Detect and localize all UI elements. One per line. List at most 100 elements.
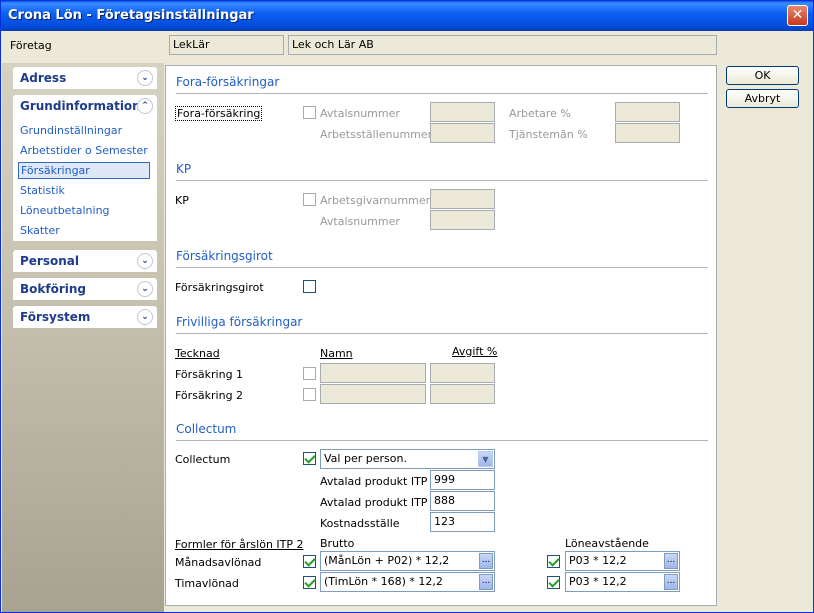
sidebar-group-body: Grundinställningar Arbetstider o Semeste… <box>13 117 157 241</box>
ellipsis-button[interactable]: ... <box>664 574 678 590</box>
company-row: Företag LekLär Lek och Lär AB <box>1 31 813 61</box>
company-name-field: Lek och Lär AB <box>288 35 717 55</box>
sidebar-item-arbetstider[interactable]: Arbetstider o Semester <box>20 144 148 157</box>
timavlonad-lone-input[interactable]: P03 * 12,2 ... <box>565 572 680 592</box>
sidebar-group-label: Försystem <box>20 310 91 324</box>
forsakring1-avgift-input[interactable] <box>430 363 495 383</box>
chevron-down-icon[interactable]: ⌄ <box>137 309 153 325</box>
manadsavlonad-lone-input[interactable]: P03 * 12,2 ... <box>565 551 680 571</box>
kp-avtalsnummer-label: Avtalsnummer <box>320 215 400 228</box>
sidebar-group-label: Bokföring <box>20 282 86 296</box>
fora-arbetsstallenummer-label: Arbetsställenummer <box>320 128 433 141</box>
sidebar-item-statistik[interactable]: Statistik <box>20 184 65 197</box>
kostnadsstalle-input[interactable]: 123 <box>430 512 495 532</box>
fora-arbetare-label: Arbetare % <box>509 107 571 120</box>
fora-checkbox-label: Fora-försäkring <box>175 106 263 121</box>
forsakring2-name-input[interactable] <box>320 384 426 404</box>
itp2-input[interactable]: 888 <box>430 491 495 511</box>
kp-avtalsnummer-input[interactable] <box>430 210 495 230</box>
chevron-down-icon[interactable]: ⌄ <box>137 70 153 86</box>
settings-window: Crona Lön - Företagsinställningar ✕ Före… <box>0 0 814 613</box>
timavlonad-lone-value: P03 * 12,2 <box>569 575 627 588</box>
col-avgift-header: Avgift % <box>452 345 498 358</box>
manadsavlonad-brutto-input[interactable]: (MånLön + P02) * 12,2 ... <box>320 551 495 571</box>
frivilliga-section-title: Frivilliga försäkringar <box>176 315 303 329</box>
girot-section-title: Försäkringsgirot <box>176 249 273 263</box>
settings-panel: Fora-försäkringar Fora-försäkring Avtals… <box>165 65 717 606</box>
sidebar-item-loneutbetalning[interactable]: Löneutbetalning <box>20 204 110 217</box>
window-title: Crona Lön - Företagsinställningar <box>8 8 254 23</box>
section-divider <box>176 333 708 334</box>
fora-avtalsnummer-input[interactable] <box>430 102 495 122</box>
kp-arbetsgivarnummer-input[interactable] <box>430 189 495 209</box>
ellipsis-button[interactable]: ... <box>479 553 493 569</box>
chevron-up-icon[interactable]: ⌃ <box>137 98 153 114</box>
itp1-label: Avtalad produkt ITP 1 <box>320 475 438 488</box>
fora-arbetsstallenummer-input[interactable] <box>430 123 495 143</box>
forsakring1-label: Försäkring 1 <box>175 368 244 381</box>
fora-avtalsnummer-label: Avtalsnummer <box>320 107 400 120</box>
collectum-label: Collectum <box>175 453 231 466</box>
sidebar-group-label: Adress <box>20 71 67 85</box>
manadsavlonad-lone-checkbox[interactable] <box>547 555 560 568</box>
fora-tjansteman-label: Tjänstemän % <box>509 128 588 141</box>
collectum-select[interactable]: Val per person. ▼ <box>320 449 495 469</box>
collectum-checkbox[interactable] <box>303 452 316 465</box>
sidebar-item-skatter[interactable]: Skatter <box>20 224 60 237</box>
forsakring2-avgift-input[interactable] <box>430 384 495 404</box>
kostnadsstalle-label: Kostnadsställe <box>320 517 400 530</box>
company-label: Företag <box>10 39 52 52</box>
timavlonad-brutto-checkbox[interactable] <box>303 576 316 589</box>
chevron-down-icon[interactable]: ▼ <box>478 451 493 467</box>
sidebar-group-adress[interactable]: Adress ⌄ <box>13 67 157 89</box>
forsakring2-label: Försäkring 2 <box>175 389 244 402</box>
chevron-down-icon[interactable]: ⌄ <box>137 253 153 269</box>
ok-button[interactable]: OK <box>726 66 799 85</box>
section-divider <box>176 93 708 94</box>
title-bar: Crona Lön - Företagsinställningar ✕ <box>1 1 813 31</box>
sidebar-group-label: Grundinformation <box>20 99 141 113</box>
manadsavlonad-lone-value: P03 * 12,2 <box>569 554 627 567</box>
kp-checkbox[interactable] <box>303 193 316 206</box>
collectum-section-title: Collectum <box>176 422 237 436</box>
ellipsis-button[interactable]: ... <box>664 553 678 569</box>
sidebar-group-label: Personal <box>20 254 79 268</box>
chevron-down-icon[interactable]: ⌄ <box>137 281 153 297</box>
col-namn-header: Namn <box>320 347 353 360</box>
sidebar: Adress ⌄ Grundinformation ⌃ Grundinställ… <box>2 63 164 612</box>
forsakring1-name-input[interactable] <box>320 363 426 383</box>
forsakring1-checkbox[interactable] <box>303 367 316 380</box>
sidebar-item-grundinstallningar[interactable]: Grundinställningar <box>20 124 122 137</box>
formler-label: Formler för årslön ITP 2 <box>175 538 304 551</box>
close-button[interactable]: ✕ <box>787 5 808 26</box>
fora-arbetare-input[interactable] <box>615 102 680 122</box>
sidebar-group-bokforing[interactable]: Bokföring ⌄ <box>13 278 157 300</box>
fora-tjansteman-input[interactable] <box>615 123 680 143</box>
manadsavlonad-brutto-checkbox[interactable] <box>303 555 316 568</box>
section-divider <box>176 440 708 441</box>
company-code-field: LekLär <box>169 35 284 55</box>
timavlonad-brutto-input[interactable]: (TimLön * 168) * 12,2 ... <box>320 572 495 592</box>
timavlonad-lone-checkbox[interactable] <box>547 576 560 589</box>
sidebar-group-forsystem[interactable]: Försystem ⌄ <box>13 306 157 328</box>
forsakring2-checkbox[interactable] <box>303 388 316 401</box>
sidebar-item-forsakringar[interactable]: Försäkringar <box>18 162 150 179</box>
loneavstaende-header: Löneavstående <box>565 537 649 550</box>
sidebar-group-personal[interactable]: Personal ⌄ <box>13 250 157 272</box>
itp1-input[interactable]: 999 <box>430 470 495 490</box>
timavlonad-brutto-value: (TimLön * 168) * 12,2 <box>324 575 443 588</box>
sidebar-group-grundinformation[interactable]: Grundinformation ⌃ <box>13 95 157 117</box>
cancel-button[interactable]: Avbryt <box>726 89 799 108</box>
kp-label: KP <box>175 194 189 207</box>
ellipsis-button[interactable]: ... <box>479 574 493 590</box>
fora-avtalsnummer-checkbox[interactable] <box>303 106 316 119</box>
timavlonad-label: Timavlönad <box>175 577 239 590</box>
section-divider <box>176 267 708 268</box>
brutto-header: Brutto <box>320 537 355 550</box>
manadsavlonad-brutto-value: (MånLön + P02) * 12,2 <box>324 554 450 567</box>
section-divider <box>176 180 708 181</box>
fora-section-title: Fora-försäkringar <box>176 75 280 89</box>
kp-section-title: KP <box>176 162 192 176</box>
girot-checkbox[interactable] <box>303 280 316 293</box>
manadsavlonad-label: Månadsavlönad <box>175 556 262 569</box>
